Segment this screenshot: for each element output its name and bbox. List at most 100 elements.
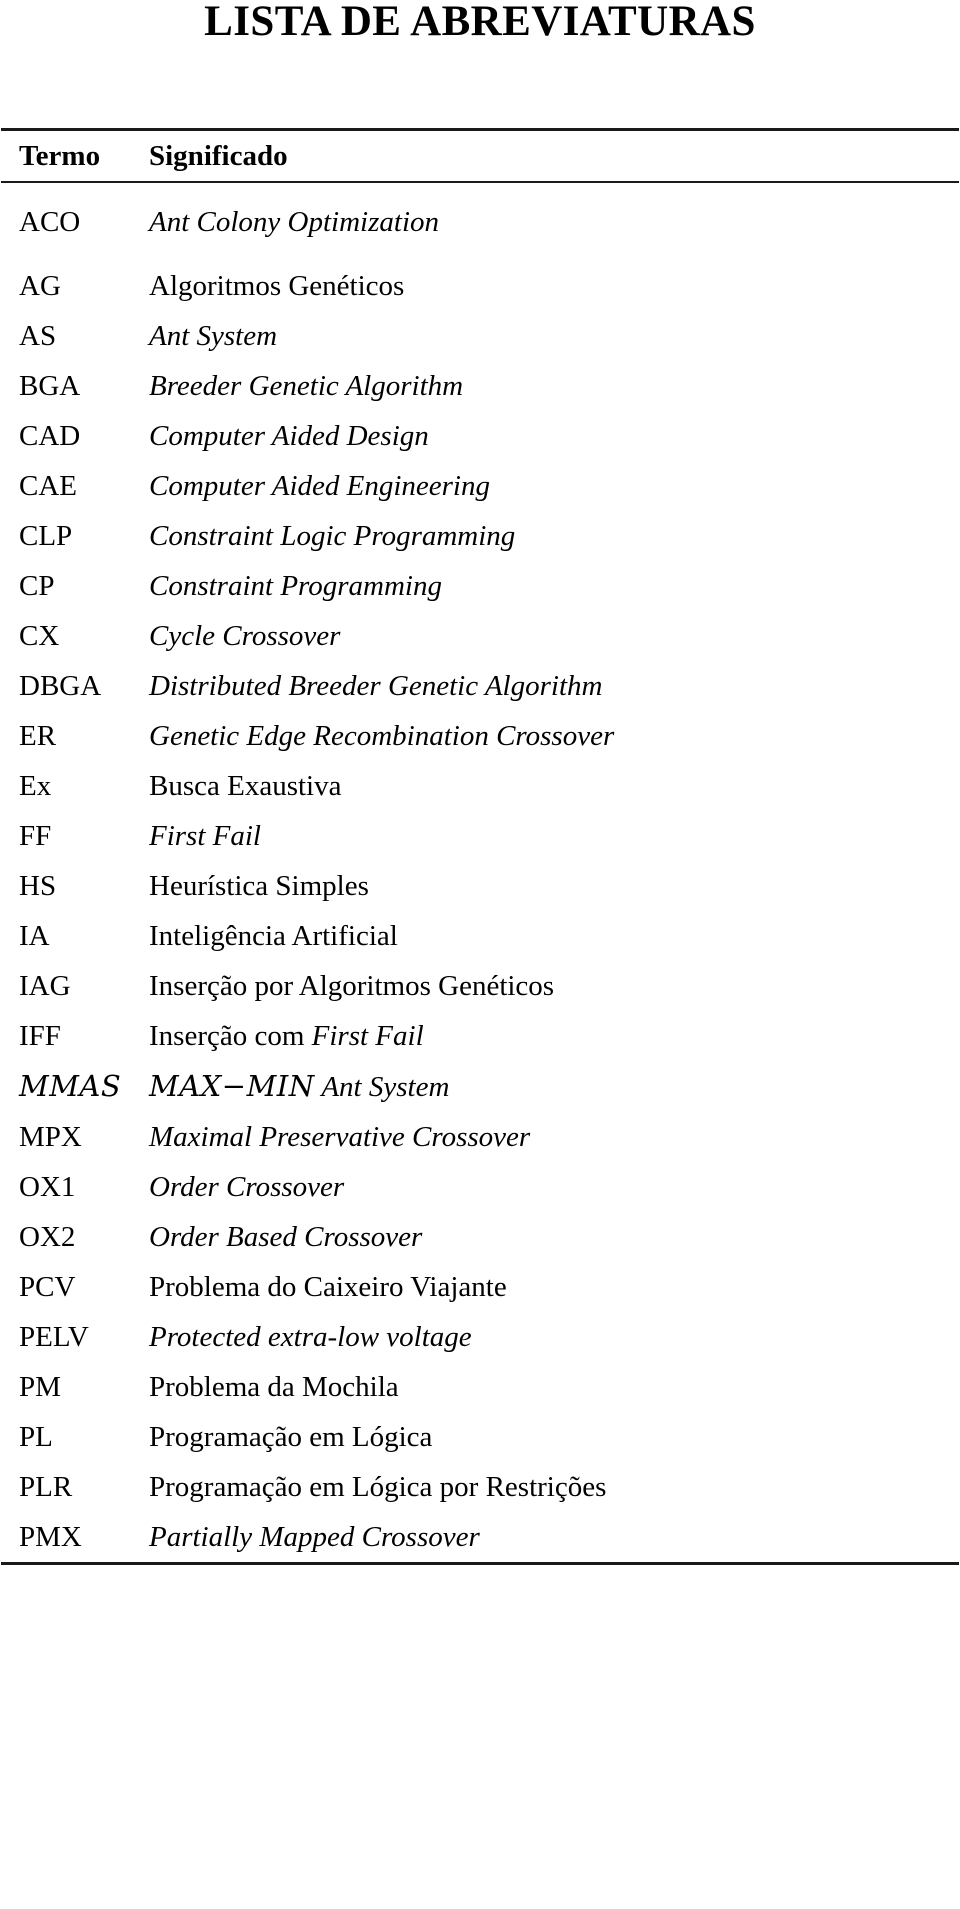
abbreviation-definition: Protected extra-low voltage — [147, 1312, 959, 1362]
abbreviations-table: Termo Significado ACO Ant Colony Optimiza… — [0, 128, 960, 1565]
table-row: PM Problema da Mochila — [1, 1362, 959, 1412]
table-row: IA Inteligência Artificial — [1, 911, 959, 961]
abbreviation-term: HS — [1, 861, 147, 911]
abbreviation-term: IFF — [1, 1011, 147, 1061]
table-row: PMX Partially Mapped Crossover — [1, 1512, 959, 1562]
abbreviation-definition: Problema do Caixeiro Viajante — [147, 1262, 959, 1312]
abbreviation-term: PELV — [1, 1312, 147, 1362]
definition-text: Ant Colony Optimization — [149, 206, 439, 238]
term-text: IFF — [19, 1020, 61, 1052]
definition-text: Breeder Genetic Algorithm — [149, 370, 464, 402]
abbreviation-term: PMX — [1, 1512, 147, 1562]
abbreviations-table-body-grid: ACO Ant Colony Optimization AG Algoritmos G… — [1, 183, 959, 1562]
table-row: PCV Problema do Caixeiro Viajante — [1, 1262, 959, 1312]
definition-text: Busca Exaustiva — [149, 770, 342, 802]
definition-segment: Inserção com — [149, 1020, 312, 1052]
abbreviation-definition: Computer Aided Design — [147, 411, 959, 461]
abbreviation-term: OX2 — [1, 1212, 147, 1262]
abbreviation-term: PL — [1, 1412, 147, 1462]
table-header: Termo Significado — [1, 131, 959, 181]
term-text: FF — [19, 820, 52, 852]
abbreviation-term: CLP — [1, 511, 147, 561]
definition-text: Order Based Crossover — [149, 1221, 423, 1253]
abbreviation-term: Ex — [1, 761, 147, 811]
abbreviation-term: PM — [1, 1362, 147, 1412]
abbreviation-definition: Genetic Edge Recombination Crossover — [147, 711, 959, 761]
definition-text: Order Crossover — [149, 1171, 345, 1203]
abbreviation-term: MMAS — [1, 1061, 147, 1112]
abbreviation-definition: Programação em Lógica por Restrições — [147, 1462, 959, 1512]
term-text: OX1 — [19, 1171, 76, 1203]
term-text: PLR — [19, 1471, 73, 1503]
definition-text: Heurística Simples — [149, 870, 369, 902]
term-text: MPX — [19, 1121, 82, 1153]
abbreviation-term: IA — [1, 911, 147, 961]
abbreviation-definition: Constraint Programming — [147, 561, 959, 611]
term-text: CLP — [19, 520, 73, 552]
definition-text: Inteligência Artificial — [149, 920, 398, 952]
abbreviation-definition: Distributed Breeder Genetic Algorithm — [147, 661, 959, 711]
definition-text: Programação em Lógica — [149, 1421, 433, 1453]
definition-text: Computer Aided Engineering — [149, 470, 490, 502]
abbreviation-term: CAD — [1, 411, 147, 461]
term-text: AG — [19, 270, 61, 302]
term-text: ER — [19, 720, 57, 752]
definition-text: Protected extra-low voltage — [149, 1321, 472, 1353]
definition-text: Constraint Programming — [149, 570, 442, 602]
page-title: LISTA DE ABREVIATURAS — [204, 0, 756, 45]
definition-segment: MAX−MIN — [149, 1069, 315, 1103]
table-row: OX1 Order Crossover — [1, 1162, 959, 1212]
abbreviation-definition: Partially Mapped Crossover — [147, 1512, 959, 1562]
table-row: Ex Busca Exaustiva — [1, 761, 959, 811]
table-row: CP Constraint Programming — [1, 561, 959, 611]
abbreviation-definition: Order Crossover — [147, 1162, 959, 1212]
table-row: DBGA Distributed Breeder Genetic Algorith… — [1, 661, 959, 711]
abbreviation-term: CX — [1, 611, 147, 661]
table-row: AG Algoritmos Genéticos — [1, 261, 959, 311]
table-row: MMAS MAX−MIN Ant System — [1, 1061, 959, 1112]
abbreviation-term: IAG — [1, 961, 147, 1011]
abbreviation-definition: Ant System — [147, 311, 959, 361]
term-text: HS — [19, 870, 57, 902]
abbreviation-definition: Algoritmos Genéticos — [147, 261, 959, 311]
definition-text: Problema do Caixeiro Viajante — [149, 1271, 507, 1303]
term-text: CAE — [19, 470, 77, 502]
abbreviation-definition: Cycle Crossover — [147, 611, 959, 661]
term-text: PCV — [19, 1271, 76, 1303]
term-text: PMX — [19, 1521, 82, 1553]
abbreviation-definition: Maximal Preservative Crossover — [147, 1112, 959, 1162]
term-text: MMAS — [19, 1069, 122, 1103]
abbreviation-term: ACO — [1, 183, 147, 261]
table-row: OX2 Order Based Crossover — [1, 1212, 959, 1262]
table-row: BGA Breeder Genetic Algorithm — [1, 361, 959, 411]
term-text: CAD — [19, 420, 81, 452]
definition-text: Distributed Breeder Genetic Algorithm — [149, 670, 603, 702]
table-row: HS Heurística Simples — [1, 861, 959, 911]
abbreviation-term: PCV — [1, 1262, 147, 1312]
term-text: BGA — [19, 370, 81, 402]
definition-text: First Fail — [149, 820, 261, 852]
abbreviation-term: AG — [1, 261, 147, 311]
definition-segment: First Fail — [311, 1020, 424, 1052]
term-text: PL — [19, 1421, 53, 1453]
abbreviation-definition: Inserção com First Fail — [147, 1011, 959, 1061]
abbreviation-term: ER — [1, 711, 147, 761]
abbreviations-table-grid: Termo Significado — [1, 131, 959, 181]
table-row: PELV Protected extra-low voltage — [1, 1312, 959, 1362]
definition-text: Inserção por Algoritmos Genéticos — [149, 970, 555, 1002]
term-text: IA — [19, 920, 50, 952]
abbreviation-definition: Problema da Mochila — [147, 1362, 959, 1412]
table-row: IFF Inserção com First Fail — [1, 1011, 959, 1061]
definition-text: Cycle Crossover — [149, 620, 341, 652]
table-row: PLR Programação em Lógica por Restrições — [1, 1462, 959, 1512]
definition-segment: Ant System — [314, 1071, 450, 1103]
abbreviation-term: AS — [1, 311, 147, 361]
term-text: DBGA — [19, 670, 102, 702]
definition-text: Maximal Preservative Crossover — [149, 1121, 531, 1153]
term-text: OX2 — [19, 1221, 76, 1253]
table-body: ACO Ant Colony Optimization AG Algoritmos G… — [1, 183, 959, 1562]
definition-text: Algoritmos Genéticos — [149, 270, 405, 302]
column-header-term: Termo — [19, 140, 101, 172]
table-row: IAG Inserção por Algoritmos Genéticos — [1, 961, 959, 1011]
table-row: CX Cycle Crossover — [1, 611, 959, 661]
